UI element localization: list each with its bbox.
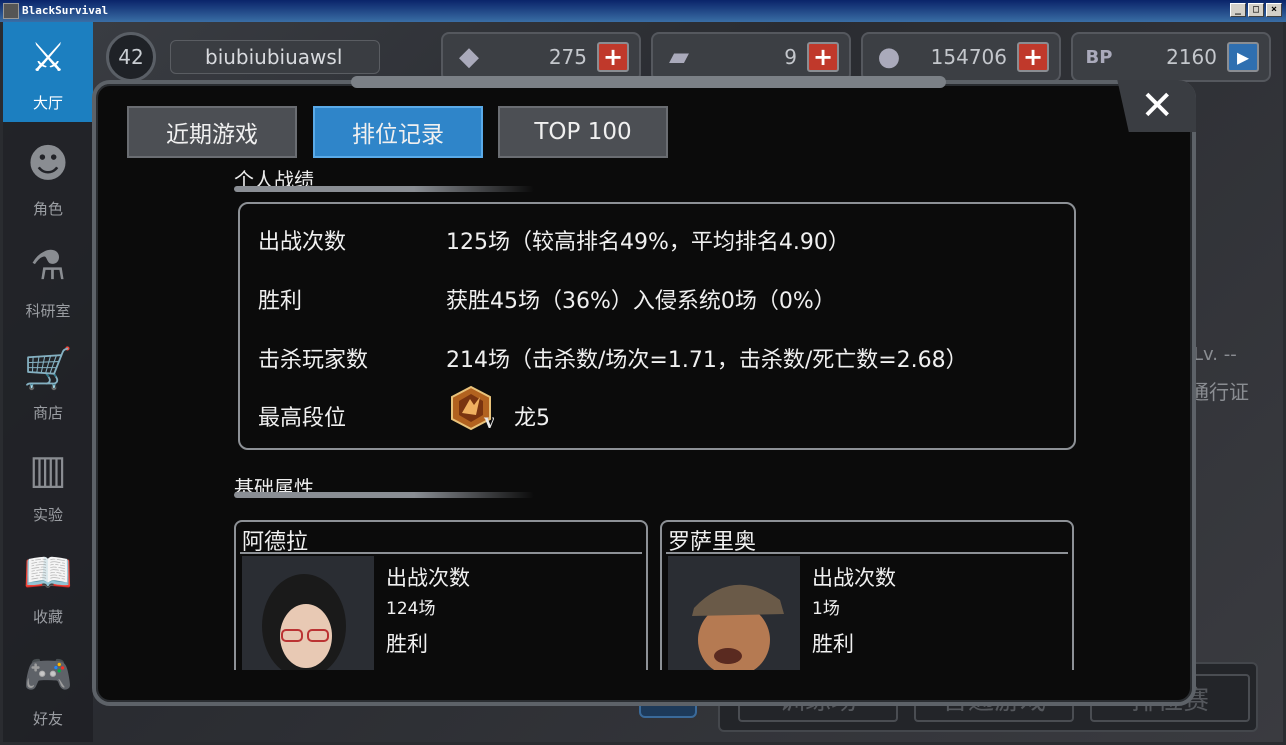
add-crystal-button[interactable]: +: [597, 42, 629, 72]
character-portrait: [668, 556, 800, 670]
books-icon: ▥: [29, 447, 67, 493]
resource-coin: ● 154706 +: [861, 32, 1061, 82]
tab-top100[interactable]: TOP 100: [498, 106, 668, 158]
sidebar-item-label: 商店: [32, 404, 63, 422]
personal-stats-panel: 出战次数 125场（较高排名49%，平均排名4.90） 胜利 获胜45场（36%…: [238, 202, 1076, 450]
sidebar-item-shop[interactable]: 🛒 商店: [3, 332, 93, 432]
character-icon: ☻: [27, 141, 69, 187]
card-divider: [666, 552, 1068, 554]
background-panel-right: Lv. -- 通行证: [1183, 122, 1283, 722]
character-card-adela[interactable]: 阿德拉 出战次数 124场 胜利: [234, 520, 648, 670]
sidebar: ⚔ 大厅 ☻ 角色 ⚗ 科研室 🛒 商店 ▥ 实验 📖 收藏 🎮 好友: [3, 22, 93, 742]
maximize-button[interactable]: □: [1248, 3, 1264, 17]
char-stat-label: 出战次数: [386, 566, 470, 590]
resource-value: 2160: [1166, 45, 1217, 69]
sidebar-item-label: 好友: [32, 710, 63, 728]
coin-icon: ●: [877, 42, 901, 72]
char-stat-label: 出战次数: [812, 566, 896, 590]
minimize-button[interactable]: _: [1230, 3, 1246, 17]
resource-crystal: ◆ 275 +: [441, 32, 641, 82]
sidebar-item-label: 收藏: [32, 608, 63, 626]
stat-label-kills: 击杀玩家数: [258, 348, 369, 373]
game-viewport: ⚔ 大厅 ☻ 角色 ⚗ 科研室 🛒 商店 ▥ 实验 📖 收藏 🎮 好友 42 b…: [3, 22, 1283, 742]
stat-label-wins: 胜利: [258, 289, 303, 314]
stat-value-highest-rank: 龙5: [514, 406, 550, 431]
stat-label-highest-rank: 最高段位: [258, 406, 347, 431]
tab-ranked-records[interactable]: 排位记录: [313, 106, 483, 158]
cart-icon: 🛒: [23, 345, 73, 392]
char-stat-value: 124场: [386, 599, 436, 619]
char-stat-value: 1场: [812, 599, 840, 619]
character-card-rosario[interactable]: 罗萨里奥 出战次数 1场 胜利: [660, 520, 1074, 670]
sidebar-item-label: 大厅: [32, 94, 63, 112]
add-coin-button[interactable]: +: [1017, 42, 1049, 72]
resource-bp: BP 2160 ▸: [1071, 32, 1271, 82]
section-divider: [234, 492, 534, 498]
sidebar-item-lobby[interactable]: ⚔ 大厅: [3, 22, 93, 122]
char-stat-label: 胜利: [386, 632, 428, 656]
records-modal: ✕ 近期游戏 排位记录 TOP 100 个人战绩 出战次数 125场（较高排名4…: [92, 76, 1196, 706]
pass-label: 通行证: [1189, 380, 1249, 404]
close-icon[interactable]: ✕: [1117, 80, 1196, 132]
stat-value-kills: 214场（击杀数/场次=1.71，击杀数/死亡数=2.68）: [446, 348, 968, 373]
stat-label-matches: 出战次数: [258, 230, 347, 255]
bp-icon: BP: [1085, 46, 1113, 68]
card-divider: [240, 552, 642, 554]
pass-level-text: Lv. --: [1193, 344, 1237, 365]
sidebar-item-label: 角色: [32, 200, 63, 218]
bp-shop-button[interactable]: ▸: [1227, 42, 1259, 72]
tab-recent-games[interactable]: 近期游戏: [127, 106, 297, 158]
stat-value-matches: 125场（较高排名49%，平均排名4.90）: [446, 230, 850, 255]
stat-value-wins: 获胜45场（36%）入侵系统0场（0%）: [446, 289, 836, 314]
add-card-button[interactable]: +: [807, 42, 839, 72]
sidebar-item-label: 科研室: [25, 302, 71, 320]
close-window-button[interactable]: ×: [1266, 3, 1282, 17]
character-portrait: [242, 556, 374, 670]
sidebar-item-lab[interactable]: ⚗ 科研室: [3, 230, 93, 330]
resource-card: ▰ 9 +: [651, 32, 851, 82]
player-name: biubiubiuawsl: [170, 40, 380, 74]
rank-tier-text: V: [483, 416, 494, 431]
lobby-icon: ⚔: [30, 35, 66, 81]
sidebar-item-collection[interactable]: 📖 收藏: [3, 536, 93, 636]
modal-handle: [351, 76, 946, 88]
resource-value: 275: [548, 45, 587, 69]
player-level: 42: [106, 32, 156, 82]
window-titlebar: BlackSurvival _ □ ×: [0, 0, 1286, 22]
sidebar-item-friends[interactable]: 🎮 好友: [3, 638, 93, 738]
gamepad-icon: 🎮: [23, 651, 73, 698]
player-info[interactable]: 42 biubiubiuawsl: [100, 32, 380, 84]
sidebar-item-experiment[interactable]: ▥ 实验: [3, 434, 93, 534]
app-icon: [3, 3, 19, 19]
book-icon: 📖: [23, 549, 73, 596]
crystal-icon: ◆: [459, 42, 479, 72]
window-title: BlackSurvival: [22, 4, 109, 17]
section-divider: [234, 186, 534, 192]
dragon-rank-icon: V: [451, 385, 494, 431]
flask-icon: ⚗: [30, 243, 66, 289]
resource-value: 154706: [930, 45, 1007, 69]
resource-value: 9: [784, 45, 797, 69]
char-stat-label: 胜利: [812, 632, 854, 656]
sidebar-item-character[interactable]: ☻ 角色: [3, 128, 93, 228]
card-icon: ▰: [669, 42, 689, 72]
sidebar-item-label: 实验: [32, 506, 63, 524]
